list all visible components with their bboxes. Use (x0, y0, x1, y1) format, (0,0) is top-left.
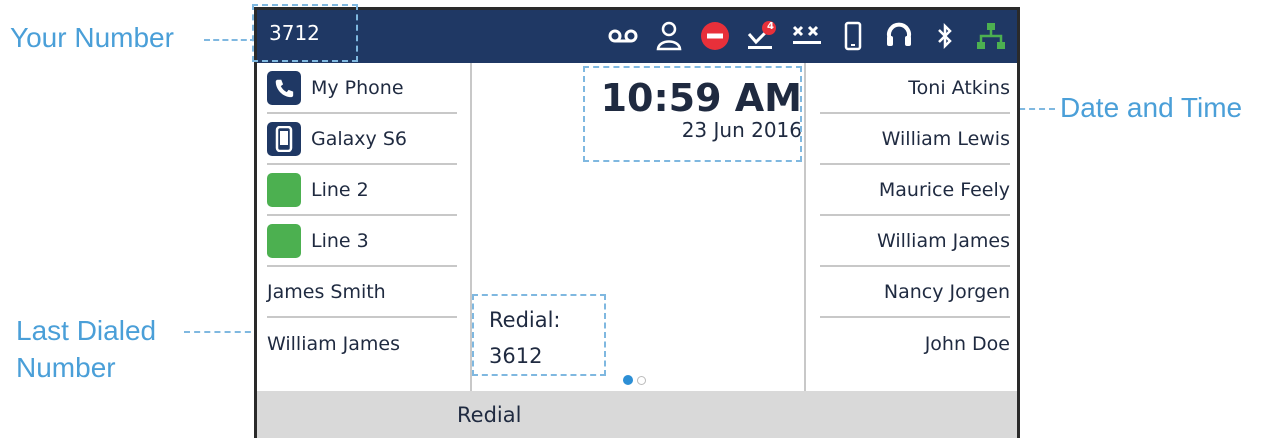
voicemail-icon[interactable] (607, 19, 639, 53)
callout-last-dialed-line1: Last Dialed (16, 315, 157, 346)
callout-your-number: Your Number (10, 22, 174, 53)
speed-dial-john-doe[interactable]: John Doe (820, 318, 1010, 369)
do-not-disturb-icon[interactable] (699, 19, 731, 53)
line-key-galaxy-s6[interactable]: Galaxy S6 (267, 114, 457, 165)
callout-date-and-time: Date and Time (1060, 92, 1243, 123)
redial-softkey[interactable]: Redial (457, 403, 521, 427)
left-key-column: My Phone Galaxy S6 Line 2 Line 3 James S… (257, 63, 472, 391)
speed-dial-william-lewis[interactable]: William Lewis (820, 114, 1010, 165)
speed-dial-label: William James (876, 229, 1010, 252)
line-key-line-2[interactable]: Line 2 (267, 165, 457, 216)
date-time-highlight (583, 66, 802, 162)
mobile-icon[interactable] (837, 19, 869, 53)
headset-icon[interactable] (883, 19, 915, 53)
speed-dial-label: Toni Atkins (908, 76, 1010, 99)
callout-last-dialed-line2: Number (16, 352, 116, 383)
network-icon[interactable] (975, 19, 1007, 53)
speed-dial-label: John Doe (924, 332, 1010, 355)
line-key-label: My Phone (311, 76, 404, 99)
line-key-my-phone[interactable]: My Phone (267, 63, 457, 114)
page-indicator (623, 375, 646, 385)
speed-dial-label: Maurice Feely (878, 178, 1010, 201)
speed-dial-william-james[interactable]: William James (267, 318, 457, 369)
call-forward-icon[interactable] (791, 19, 823, 53)
missed-calls-icon[interactable]: 4 (745, 19, 777, 53)
line-key-label: Line 3 (311, 229, 369, 252)
page-dot-active[interactable] (623, 375, 633, 385)
last-dialed-highlight (472, 294, 606, 376)
speed-dial-maurice-feely[interactable]: Maurice Feely (820, 165, 1010, 216)
right-key-column: Toni Atkins William Lewis Maurice Feely … (804, 63, 1017, 391)
speed-dial-william-james[interactable]: William James (820, 216, 1010, 267)
speed-dial-toni-atkins[interactable]: Toni Atkins (820, 63, 1010, 114)
leader-your-number (204, 39, 256, 41)
status-icons: 4 (607, 18, 1007, 54)
speed-dial-james-smith[interactable]: James Smith (267, 267, 457, 318)
speed-dial-label: William James (267, 332, 401, 355)
speed-dial-label: Nancy Jorgen (883, 280, 1010, 303)
line-key-line-3[interactable]: Line 3 (267, 216, 457, 267)
speed-dial-label: William Lewis (881, 127, 1010, 150)
speed-dial-nancy-jorgen[interactable]: Nancy Jorgen (820, 267, 1010, 318)
speed-dial-label: James Smith (267, 280, 386, 303)
your-number-highlight (252, 4, 358, 62)
mobile-device-icon (267, 121, 301, 156)
missed-calls-badge: 4 (767, 21, 774, 32)
line-status-icon (267, 172, 301, 207)
line-key-label: Galaxy S6 (311, 127, 407, 150)
line-key-label: Line 2 (311, 178, 369, 201)
bluetooth-icon[interactable] (929, 19, 961, 53)
phone-icon (267, 70, 301, 105)
line-status-icon (267, 223, 301, 258)
softkey-bar: Redial (257, 391, 1017, 438)
contact-icon[interactable] (653, 19, 685, 53)
status-bar: 3712 4 (257, 10, 1017, 63)
page-dot-inactive[interactable] (637, 375, 646, 385)
